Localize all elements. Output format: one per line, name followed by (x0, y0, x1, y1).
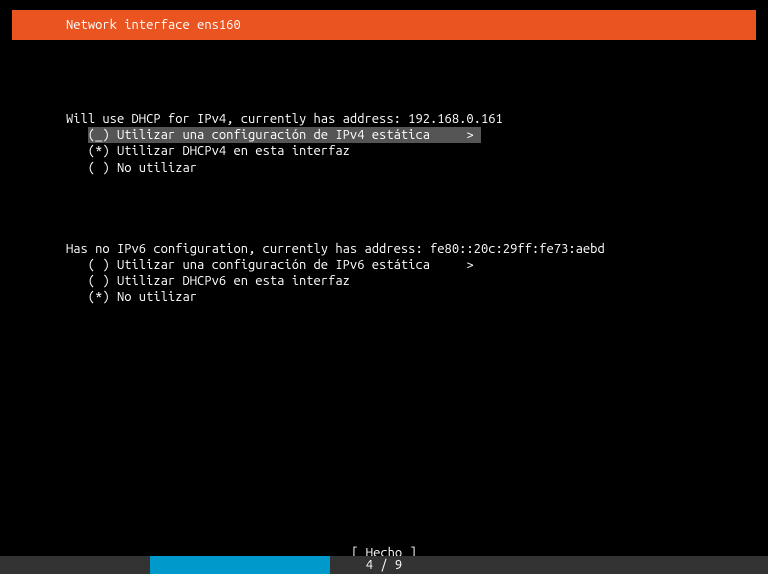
ipv4-section: Will use DHCP for IPv4, currently has ad… (66, 95, 702, 176)
chevron-right-icon: > (466, 128, 473, 142)
option-label: Utilizar una configuración de IPv4 estát… (117, 128, 430, 142)
option-label: No utilizar (117, 290, 197, 304)
progress-label: 4 / 9 (0, 556, 768, 574)
radio-marker: (*) (88, 290, 110, 304)
content-area: Will use DHCP for IPv4, currently has ad… (12, 40, 756, 546)
ipv4-option-disable[interactable]: ( ) No utilizar (88, 160, 197, 176)
radio-marker: ( ) (88, 258, 110, 272)
ipv6-option-disable[interactable]: (*) No utilizar (88, 289, 197, 305)
ipv6-heading: Has no IPv6 configuration, currently has… (66, 242, 605, 256)
installer-window: Network interface ens160 Will use DHCP f… (12, 10, 756, 574)
ipv4-option-dhcp[interactable]: (*) Utilizar DHCPv4 en esta interfaz (88, 143, 350, 159)
ipv6-option-dhcp[interactable]: ( ) Utilizar DHCPv6 en esta interfaz (88, 273, 350, 289)
radio-marker: (_) (88, 128, 110, 142)
option-label: Utilizar DHCPv4 en esta interfaz (117, 144, 350, 158)
chevron-right-icon: > (466, 258, 473, 272)
radio-marker: (*) (88, 144, 110, 158)
option-label: Utilizar DHCPv6 en esta interfaz (117, 274, 350, 288)
option-label: No utilizar (117, 161, 197, 175)
ipv4-heading: Will use DHCP for IPv4, currently has ad… (66, 112, 503, 126)
radio-marker: ( ) (88, 274, 110, 288)
progress-bar: 4 / 9 (0, 556, 768, 574)
ipv4-option-static[interactable]: (_) Utilizar una configuración de IPv4 e… (88, 127, 481, 143)
ipv6-option-static[interactable]: ( ) Utilizar una configuración de IPv6 e… (88, 257, 474, 273)
header-bar: Network interface ens160 (12, 10, 756, 40)
radio-marker: ( ) (88, 161, 110, 175)
ipv6-section: Has no IPv6 configuration, currently has… (66, 224, 702, 305)
option-label: Utilizar una configuración de IPv6 estát… (117, 258, 430, 272)
page-title: Network interface ens160 (66, 18, 241, 32)
